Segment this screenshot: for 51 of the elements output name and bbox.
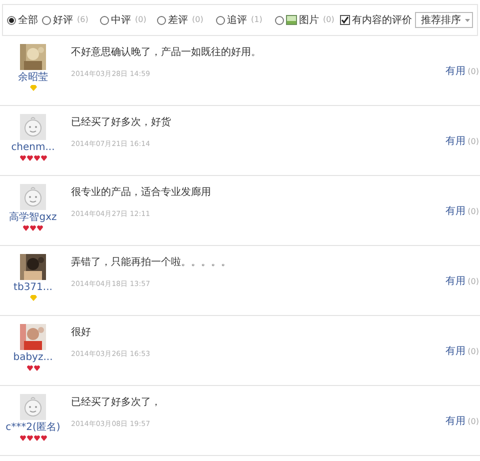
useful-count: (0) [468,136,479,148]
image-icon [286,15,297,25]
useful-link[interactable]: 有用 [446,134,466,149]
useful-link[interactable]: 有用 [446,414,466,429]
filter-count: (1) [251,14,262,26]
review-text: 已经买了好多次了， [71,396,162,410]
filter-label[interactable]: 中评 [111,12,131,28]
review-text: 不好意思确认晚了，产品一如既往的好用。 [71,46,262,60]
checkbox[interactable] [340,15,350,25]
filter-label[interactable]: 差评 [168,12,188,28]
radio-button[interactable] [7,16,16,24]
radio-button[interactable] [157,16,166,24]
caret-icon [465,18,470,22]
radio-button[interactable] [100,16,109,24]
sort-dropdown[interactable]: 推荐排序 [415,12,473,28]
username[interactable]: babyz... [13,352,53,364]
filter-label[interactable]: 全部 [18,12,38,28]
diamond-icon [30,295,36,301]
useful-count: (0) [468,206,479,218]
review-text: 弄错了，只能再拍一个啦。。。。。 [71,256,232,270]
username[interactable]: c***2(匿名) [6,422,60,434]
filter-label[interactable]: 图片 [299,12,319,28]
filter-label[interactable]: 追评 [227,12,247,28]
review-text: 很好 [71,326,92,340]
useful-count: (0) [468,416,479,428]
checkbox-label[interactable]: 有内容的评价 [352,12,412,28]
username[interactable]: tb371... [14,282,52,294]
useful-link[interactable]: 有用 [446,344,466,359]
default-avatar-icon [20,114,46,140]
review-text: 很专业的产品，适合专业发廊用 [71,186,212,200]
useful-link[interactable]: 有用 [446,274,466,289]
radio-button[interactable] [275,16,284,24]
useful-count: (0) [468,66,479,78]
radio-button[interactable] [42,16,51,24]
filter-count: (0) [192,14,204,26]
filter-count: (0) [135,14,146,26]
filter-count: (0) [323,14,334,26]
default-avatar-icon [20,394,46,420]
diamond-icon [30,85,36,91]
username[interactable]: 余昭莹 [18,72,48,84]
useful-count: (0) [468,276,479,288]
username[interactable]: chenm... [11,142,55,154]
default-avatar-icon [20,184,46,210]
useful-count: (0) [468,346,479,358]
username[interactable]: 高学智gxz [9,212,57,224]
filter-label[interactable]: 好评 [53,12,73,28]
useful-link[interactable]: 有用 [446,64,466,79]
useful-link[interactable]: 有用 [446,204,466,219]
filter-count: (6) [77,14,88,26]
review-text: 已经买了好多次，好货 [71,116,172,130]
radio-button[interactable] [216,16,225,24]
